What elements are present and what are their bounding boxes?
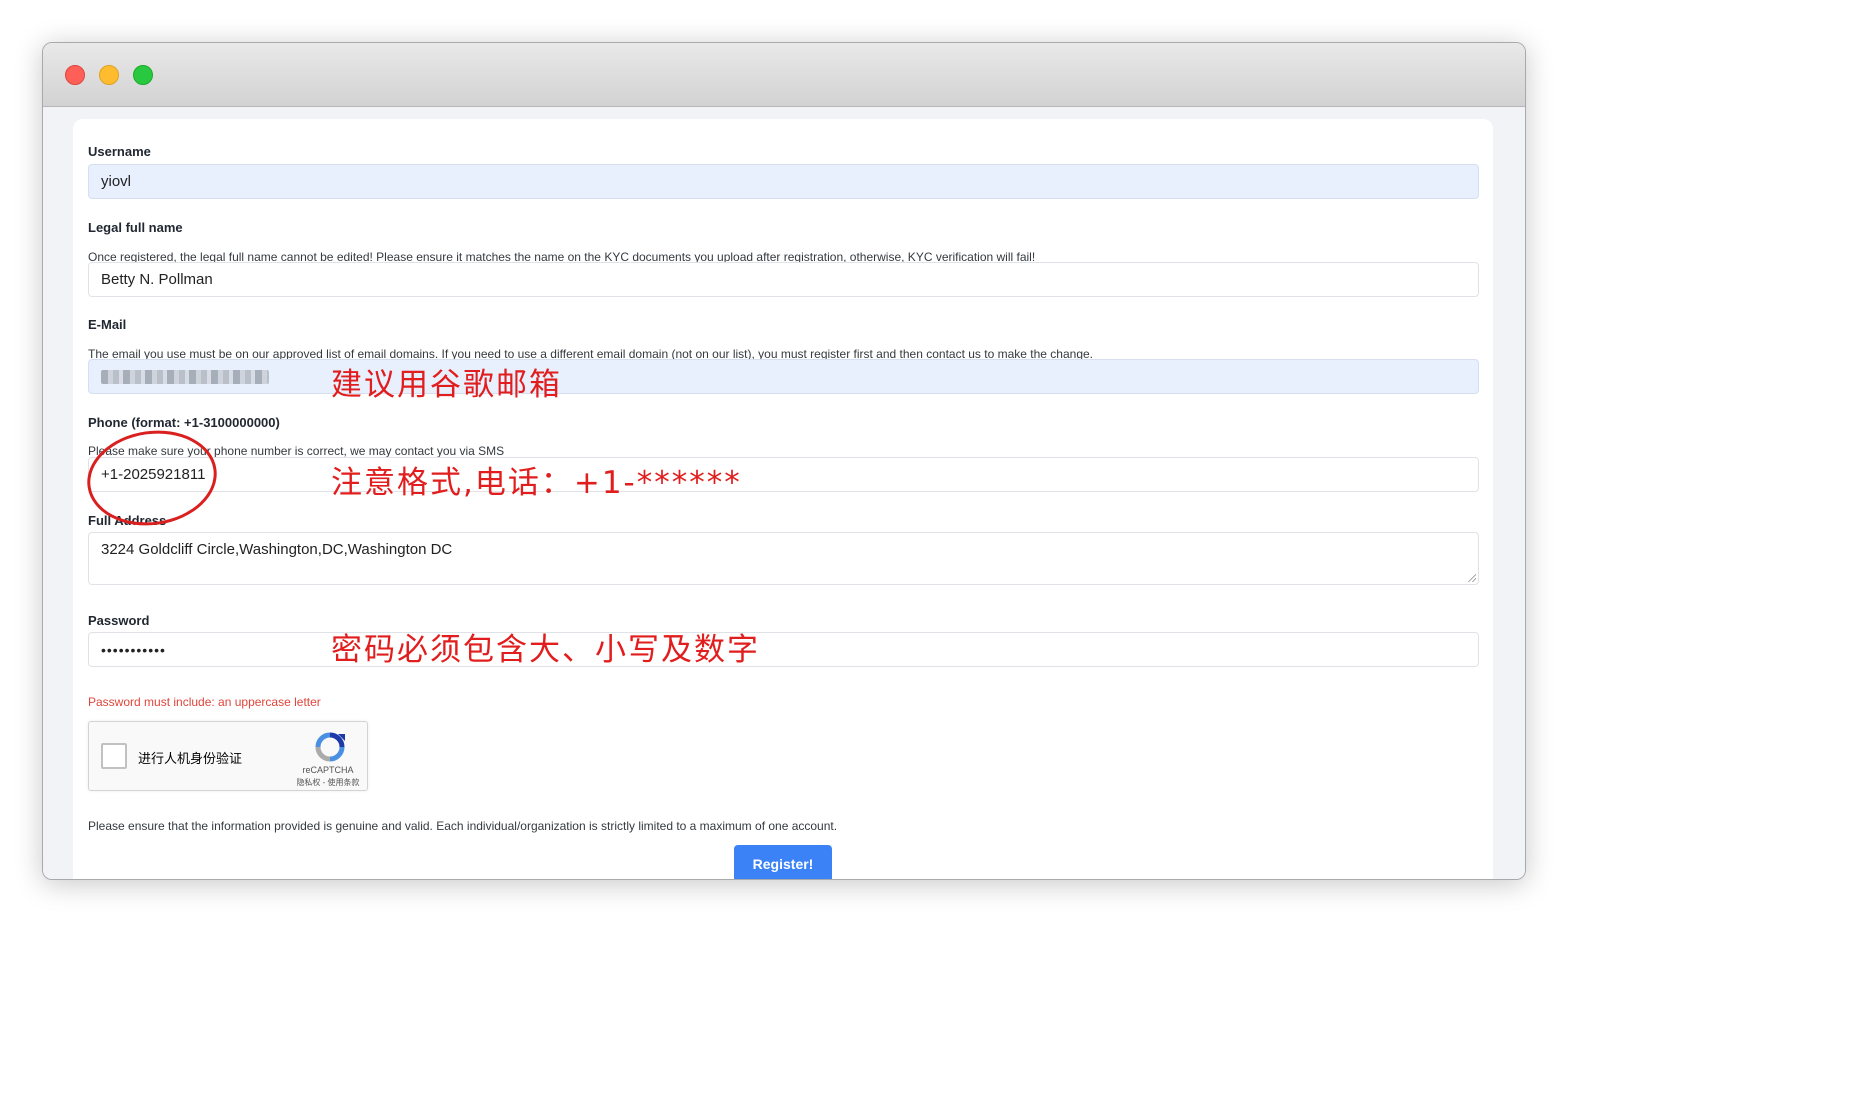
register-button[interactable]: Register! (734, 845, 832, 879)
recaptcha-logo-icon (315, 732, 345, 762)
legal-name-value: Betty N. Pollman (101, 271, 213, 288)
phone-label: Phone (format: +1-3100000000) (88, 415, 280, 430)
password-label: Password (88, 613, 150, 628)
password-input[interactable]: ••••••••••• (88, 632, 1479, 667)
maximize-window-button[interactable] (133, 65, 153, 85)
email-value-redacted (101, 369, 269, 384)
recaptcha-terms-link[interactable]: 隐私权 - 使用条款 (295, 777, 361, 788)
close-window-button[interactable] (65, 65, 85, 85)
legal-name-input[interactable]: Betty N. Pollman (88, 262, 1479, 297)
username-value: yiovl (101, 173, 132, 190)
address-textarea[interactable]: 3224 Goldcliff Circle,Washington,DC,Wash… (88, 532, 1479, 585)
phone-annotation: 注意格式,电话：+1-****** (331, 465, 742, 501)
account-notice: Please ensure that the information provi… (88, 819, 838, 833)
password-annotation: 密码必须包含大、小写及数字 (331, 632, 760, 668)
page-content: Username yiovl Legal full name Once regi… (43, 107, 1525, 879)
browser-window: Username yiovl Legal full name Once regi… (42, 42, 1526, 880)
captcha-checkbox[interactable] (101, 743, 127, 769)
username-label: Username (88, 144, 151, 159)
recaptcha-widget: 进行人机身份验证 reCAPTCHA 隐私权 - 使用条款 (88, 721, 368, 791)
address-value: 3224 Goldcliff Circle,Washington,DC,Wash… (101, 541, 453, 558)
title-bar (43, 43, 1525, 107)
phone-input[interactable]: +1-2025921811 (88, 457, 1479, 492)
email-input[interactable] (88, 359, 1479, 394)
email-label: E-Mail (88, 317, 127, 332)
captcha-text: 进行人机身份验证 (138, 751, 243, 766)
email-annotation: 建议用谷歌邮箱 (331, 367, 562, 403)
resize-grip-icon[interactable] (1468, 574, 1476, 582)
password-error: Password must include: an uppercase lett… (88, 695, 321, 709)
recaptcha-brand: reCAPTCHA (302, 765, 354, 775)
legal-name-label: Legal full name (88, 220, 183, 235)
minimize-window-button[interactable] (99, 65, 119, 85)
password-value: ••••••••••• (101, 641, 166, 658)
registration-form: Username yiovl Legal full name Once regi… (73, 119, 1493, 879)
username-input[interactable]: yiovl (88, 164, 1479, 199)
